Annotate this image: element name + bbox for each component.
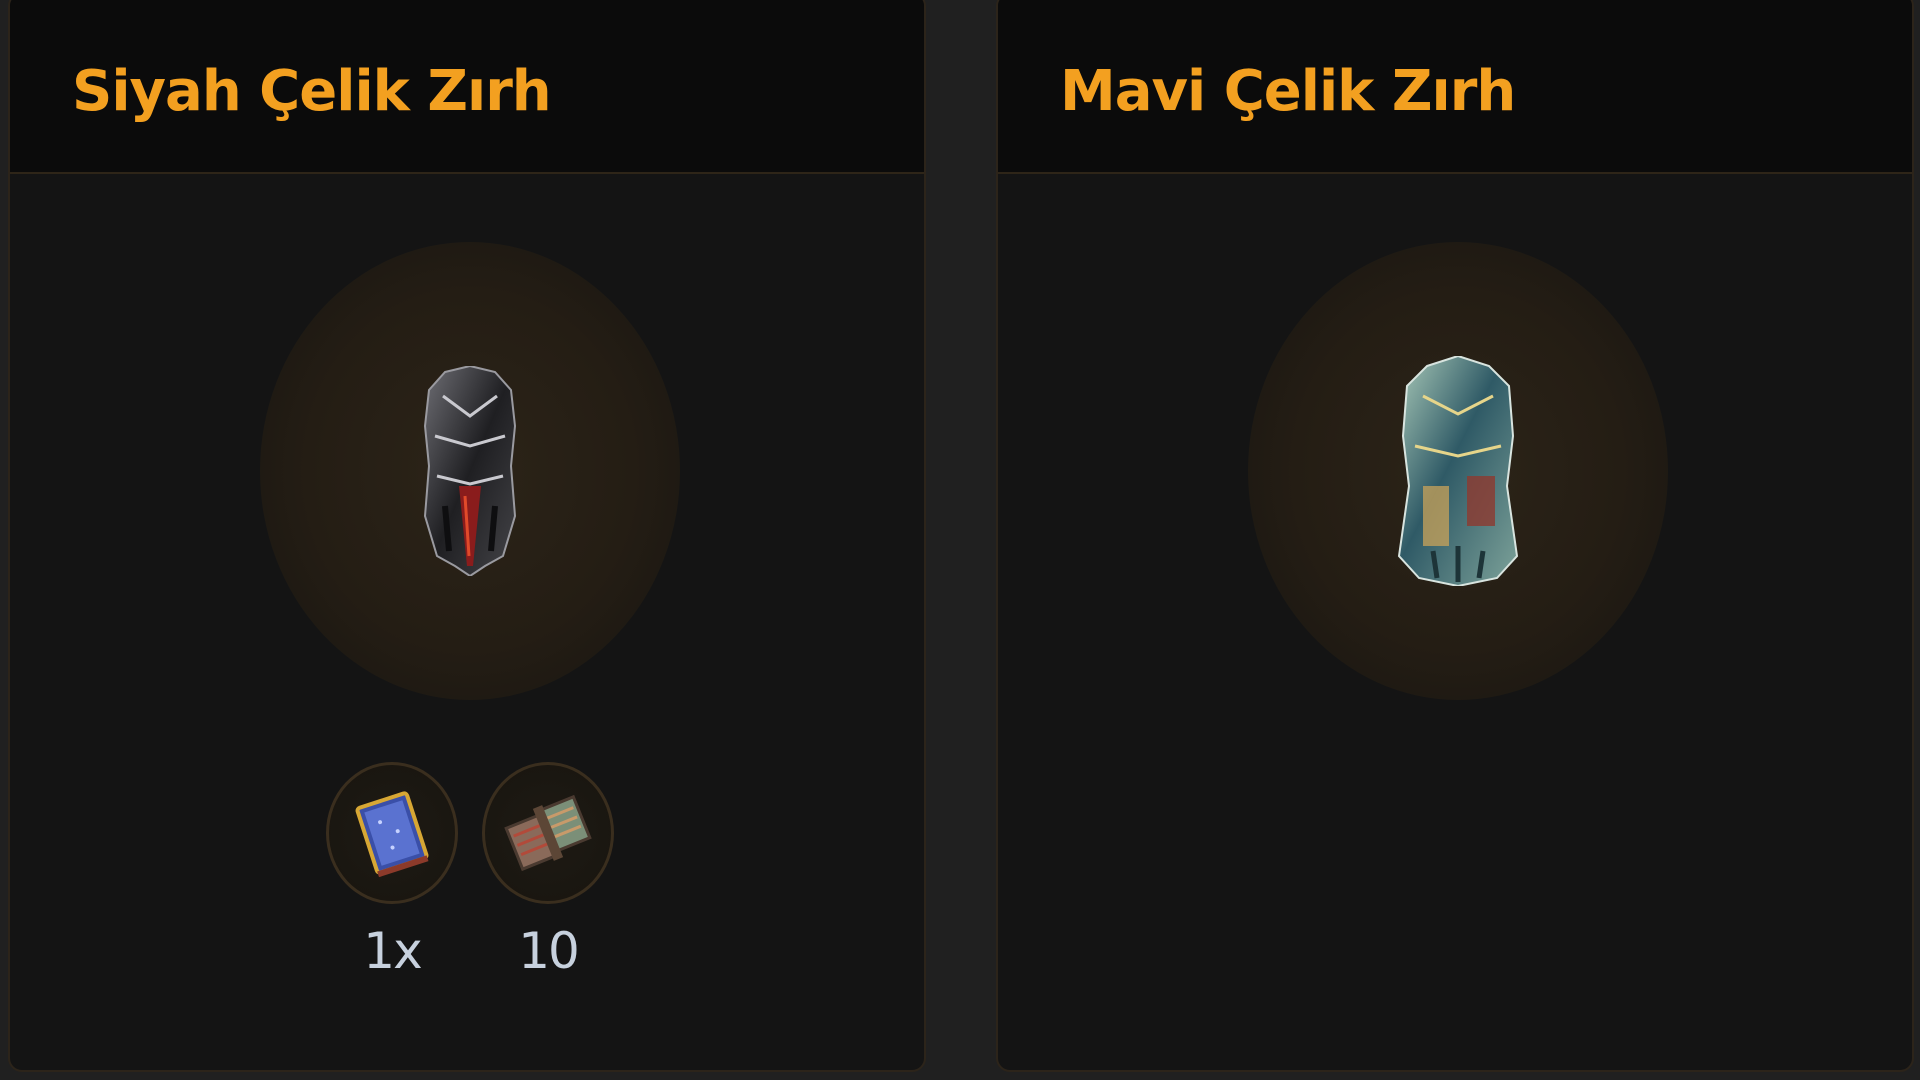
material-item[interactable]: 1x <box>324 762 460 980</box>
material-slot[interactable] <box>482 762 614 904</box>
card-body: 1x 10 <box>10 174 924 1070</box>
item-glow <box>260 242 680 700</box>
blue-book-icon <box>355 791 429 877</box>
item-card-blue-steel-armor[interactable]: Mavi Çelik Zırh <box>996 0 1914 1072</box>
card-header: Mavi Çelik Zırh <box>998 0 1912 174</box>
card-title: Mavi Çelik Zırh <box>1060 58 1516 124</box>
material-quantity: 1x <box>363 922 422 980</box>
item-glow <box>1248 242 1668 700</box>
cloth-bundle-icon <box>504 794 592 872</box>
black-steel-armor-icon[interactable] <box>415 366 525 576</box>
material-item[interactable]: 10 <box>480 762 616 980</box>
material-list: 1x 10 <box>324 762 616 980</box>
blue-steel-armor-icon[interactable] <box>1393 356 1523 586</box>
card-body <box>998 174 1912 1070</box>
material-slot[interactable] <box>326 762 458 904</box>
card-header: Siyah Çelik Zırh <box>10 0 924 174</box>
crafting-board: Siyah Çelik Zırh 1x 10 Mavi Çelik Zırh <box>0 0 1920 1080</box>
material-quantity: 10 <box>518 922 580 980</box>
card-title: Siyah Çelik Zırh <box>72 58 552 124</box>
item-card-black-steel-armor[interactable]: Siyah Çelik Zırh 1x 10 <box>8 0 926 1072</box>
